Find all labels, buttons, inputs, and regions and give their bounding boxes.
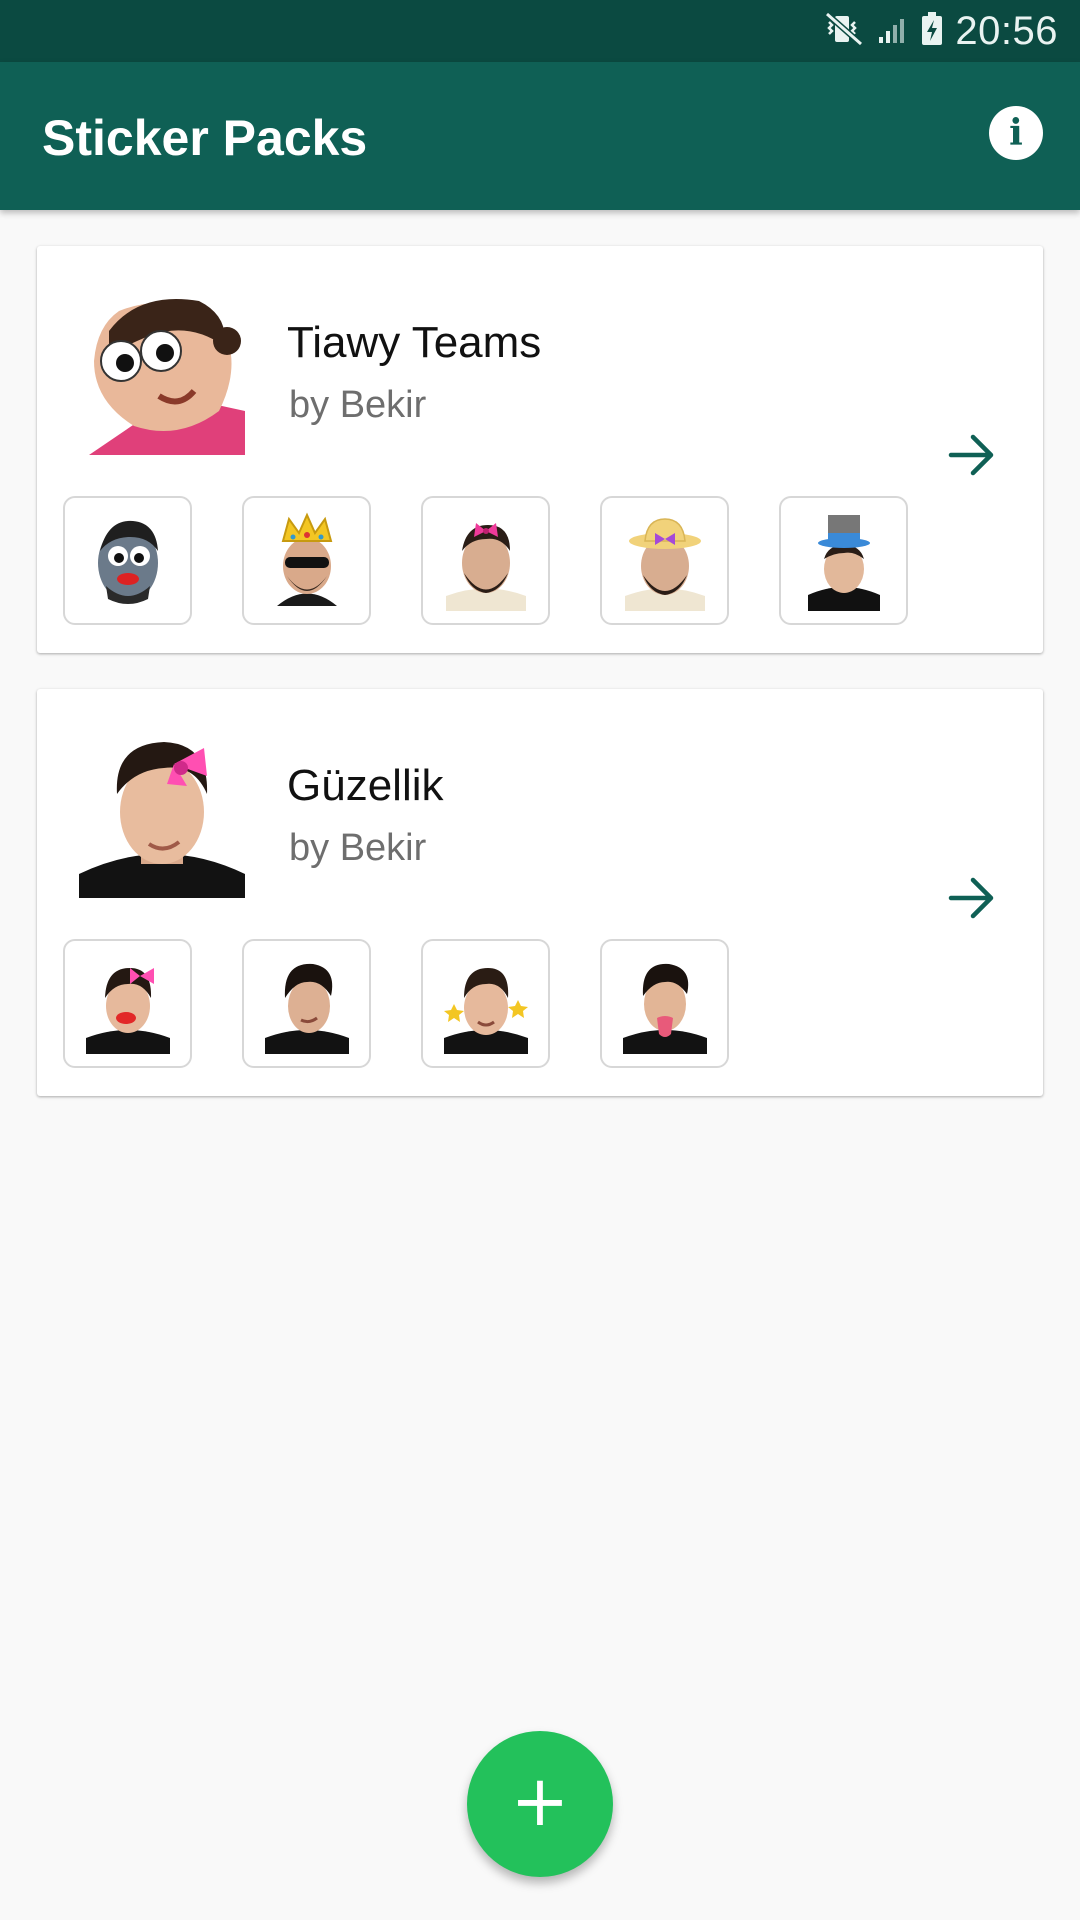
sticker-preview-row [63,496,908,625]
signal-icon [877,13,909,50]
top-hat-sticker [779,496,908,625]
info-icon: i [1009,112,1023,154]
app-bar: Sticker Packs i [0,62,1080,210]
pack-name: Tiawy Teams [287,318,542,367]
sticker-preview-row [63,939,729,1068]
pack-name: Güzellik [287,761,444,810]
page-title: Sticker Packs [42,110,368,166]
crown-sunglasses-sticker [242,496,371,625]
pack-publisher: by Bekir [289,384,427,426]
face-googly-lips-sticker [63,496,192,625]
bow-lips-sticker [63,939,192,1068]
status-bar: 20:56 [0,0,1080,62]
battery-charging-icon [921,11,943,51]
sticker-pack-card[interactable]: Güzellik by Bekir [37,689,1043,1096]
status-time: 20:56 [955,8,1058,53]
sticker-pack-card[interactable]: Tiawy Teams by Bekir [37,246,1043,653]
pack-publisher: by Bekir [289,827,427,869]
dark-hair-sticker [242,939,371,1068]
tongue-out-sticker [600,939,729,1068]
arrow-right-icon[interactable] [947,873,997,923]
status-icons: 20:56 [825,8,1058,53]
pink-bow-sticker [421,496,550,625]
googly-eyes-baby-sticker [79,291,245,455]
add-icon: + [510,1760,570,1842]
arrow-right-icon[interactable] [947,430,997,480]
pink-bow-man-sticker [79,734,245,898]
vibrate-mute-icon [825,11,865,51]
sunhat-sticker [600,496,729,625]
dizzy-stars-sticker [421,939,550,1068]
info-button[interactable]: i [989,106,1043,160]
add-pack-button[interactable]: + [467,1731,613,1877]
